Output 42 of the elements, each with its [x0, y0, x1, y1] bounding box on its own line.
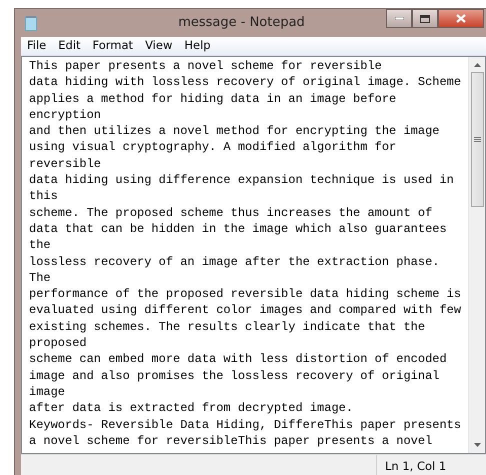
scroll-down-icon[interactable]	[474, 443, 480, 447]
text-line: data hiding using difference expansion technique is used in	[29, 172, 455, 188]
minimize-icon	[394, 17, 404, 20]
text-line: image and also promises the lossless recovery of original	[29, 368, 440, 384]
text-line: scheme can embed more data with less distortion of encoded	[29, 351, 448, 368]
text-line: the	[29, 237, 52, 254]
scroll-up-icon[interactable]	[474, 63, 480, 67]
close-icon	[456, 14, 466, 23]
notepad-icon	[25, 16, 37, 30]
text-line: The	[29, 270, 52, 286]
maximize-icon	[420, 14, 430, 22]
cursor-position: Ln 1, Col 1	[376, 455, 486, 475]
text-line: encryption	[29, 106, 102, 124]
vertical-scrollbar[interactable]	[468, 57, 485, 453]
text-line: scheme. The proposed scheme thus increases the amount of	[29, 204, 434, 221]
text-line: evaluated using different color images and compared with few	[29, 302, 462, 319]
text-line: Keywords- Reversible Data Hiding, DiffereThis paper presents	[29, 416, 462, 433]
menu-item[interactable]: Help	[178, 37, 217, 55]
text-line: This paper presents a novel scheme for reversible	[29, 58, 383, 74]
maximize-button[interactable]	[412, 9, 438, 28]
text-line: a novel scheme for reversibleThis paper presents a novel	[29, 432, 434, 450]
text-line: and then utilizes a novel method for encrypting the image	[29, 123, 440, 140]
text-line: reversible	[29, 156, 102, 172]
text-line: applies a method for hiding data in an image before	[29, 90, 398, 107]
text-line: existing schemes. The results clearly indicate that the	[29, 318, 426, 336]
text-line: image	[29, 384, 66, 400]
text-line: using visual cryptography. A modified algorithm for	[29, 139, 398, 156]
minimize-button[interactable]	[386, 9, 412, 28]
text-line: performance of the proposed reversible data hiding scheme is	[29, 286, 462, 302]
close-button[interactable]	[438, 9, 484, 28]
menu-item[interactable]: Format	[86, 37, 140, 55]
text-line: proposed	[29, 335, 88, 352]
text-line: lossless recovery of an image after the extraction phase.	[29, 254, 440, 270]
text-line: data hiding with lossless recovery of original image. Scheme	[29, 74, 462, 91]
menu-item[interactable]: File	[21, 37, 52, 55]
text-line: after data is extracted from decrypted image.	[29, 400, 354, 417]
window-title: message - Notepad	[177, 14, 306, 32]
text-line: this	[29, 188, 59, 205]
scroll-thumb[interactable]	[470, 72, 484, 207]
menu-item[interactable]: Edit	[52, 37, 87, 55]
menu-item[interactable]: View	[139, 37, 178, 55]
text-line: data that can be hidden in the image which also guarantees	[29, 220, 448, 238]
